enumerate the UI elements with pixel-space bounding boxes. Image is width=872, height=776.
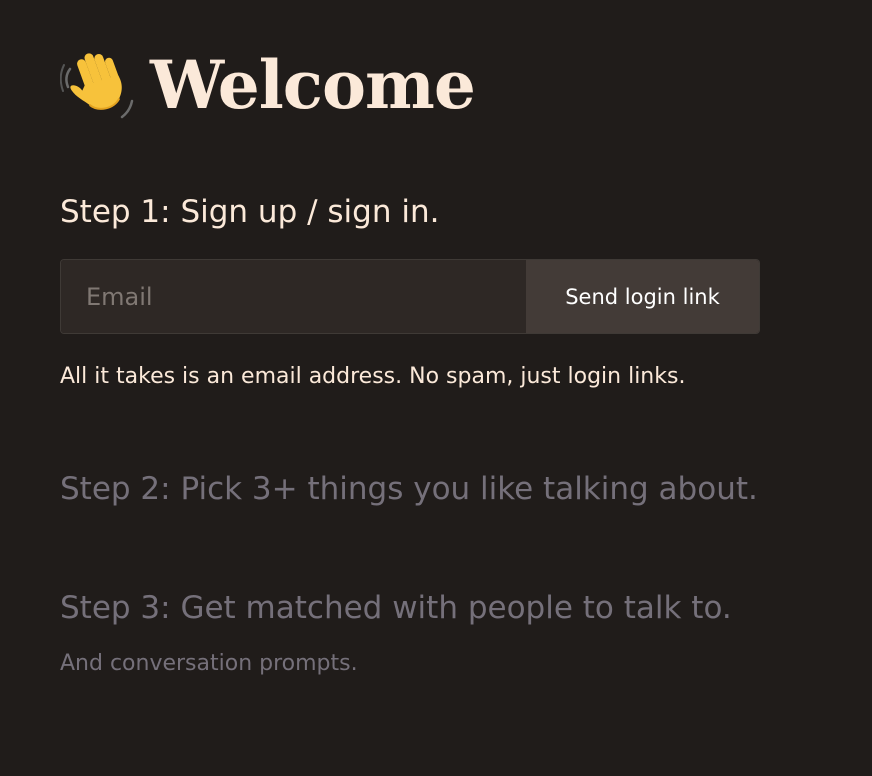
login-form: Send login link xyxy=(60,259,760,334)
email-hint: All it takes is an email address. No spa… xyxy=(60,364,686,389)
step-3-heading: Step 3: Get matched with people to talk … xyxy=(60,590,732,626)
waving-hand-icon xyxy=(59,47,136,123)
step-1-heading: Step 1: Sign up / sign in. xyxy=(60,194,440,230)
send-login-link-button[interactable]: Send login link xyxy=(526,260,759,333)
step-2-heading: Step 2: Pick 3+ things you like talking … xyxy=(60,471,758,507)
step-3-subtext: And conversation prompts. xyxy=(60,651,358,676)
email-input[interactable] xyxy=(61,260,526,333)
welcome-page: Welcome Step 1: Sign up / sign in. Send … xyxy=(0,0,872,776)
title-row: Welcome xyxy=(59,42,476,128)
page-title: Welcome xyxy=(150,46,476,124)
